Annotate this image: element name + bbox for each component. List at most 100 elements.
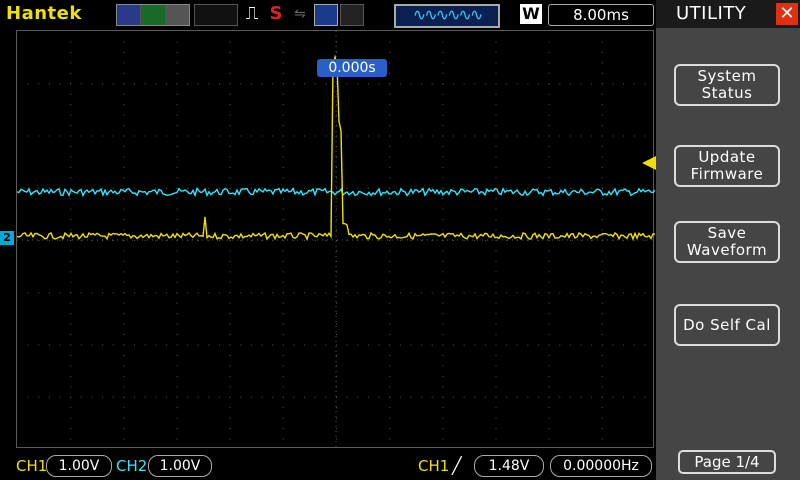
grid-dot bbox=[389, 41, 391, 43]
grid-dot bbox=[229, 281, 231, 283]
usb-icon: ⇋ bbox=[294, 6, 306, 22]
grid-dot bbox=[495, 302, 497, 304]
grid-dot bbox=[123, 114, 125, 116]
system-status-button[interactable]: System Status bbox=[674, 64, 780, 106]
grid-dot bbox=[389, 271, 391, 273]
grid-dot bbox=[123, 271, 125, 273]
grid-dot bbox=[495, 104, 497, 106]
grid-dot bbox=[70, 93, 72, 95]
grid-dot bbox=[399, 292, 401, 294]
grid-dot bbox=[123, 281, 125, 283]
grid-dot bbox=[38, 135, 40, 137]
grid-dot bbox=[601, 62, 603, 64]
grid-dot bbox=[155, 187, 157, 189]
grid-dot bbox=[59, 135, 61, 137]
grid-dot bbox=[282, 302, 284, 304]
grid-dot bbox=[336, 354, 337, 356]
grid-dot bbox=[591, 135, 593, 137]
update-firmware-button[interactable]: Update Firmware bbox=[674, 145, 780, 187]
grid-dot bbox=[346, 396, 348, 398]
grid-dot bbox=[229, 145, 231, 147]
grid-dot bbox=[442, 375, 444, 377]
grid-dot bbox=[389, 62, 391, 64]
grid-dot bbox=[633, 187, 635, 189]
average-mode-icon bbox=[165, 5, 189, 25]
grid-dot bbox=[70, 83, 72, 85]
grid-dot bbox=[506, 344, 508, 346]
grid-dot bbox=[59, 396, 61, 398]
grid-dot bbox=[591, 187, 593, 189]
grid-dot bbox=[442, 354, 444, 356]
grid-dot bbox=[123, 125, 125, 127]
grid-dot bbox=[293, 292, 295, 294]
grid-dot bbox=[463, 240, 465, 241]
grid-dot bbox=[229, 396, 231, 398]
grid-dot bbox=[495, 313, 497, 315]
close-icon[interactable]: ✕ bbox=[776, 3, 798, 25]
grid-dot bbox=[176, 386, 178, 388]
grid-dot bbox=[165, 135, 167, 137]
grid-dot bbox=[304, 292, 306, 294]
grid-dot bbox=[389, 114, 391, 116]
grid-dot bbox=[452, 396, 454, 398]
grid-dot bbox=[633, 135, 635, 137]
grid-dot bbox=[623, 344, 625, 346]
grid-dot bbox=[314, 83, 316, 85]
grid-dot bbox=[633, 396, 635, 398]
grid-dot bbox=[389, 396, 391, 398]
grid-dot bbox=[336, 219, 337, 221]
grid-dot bbox=[336, 177, 337, 179]
grid-dot bbox=[250, 396, 252, 398]
grid-dot bbox=[410, 396, 412, 398]
grid-dot bbox=[282, 354, 284, 356]
grid-dot bbox=[282, 219, 284, 221]
grid-dot bbox=[282, 292, 284, 294]
grid-dot bbox=[176, 135, 178, 137]
grid-dot bbox=[123, 407, 125, 409]
grid-dot bbox=[282, 51, 284, 53]
grid-dot bbox=[548, 229, 550, 231]
grid-dot bbox=[123, 428, 125, 430]
grid-dot bbox=[431, 344, 433, 346]
grid-dot bbox=[325, 135, 327, 137]
grid-dot bbox=[527, 187, 529, 189]
grid-dot bbox=[495, 396, 497, 398]
grid-dot bbox=[176, 198, 178, 200]
grid-dot bbox=[197, 135, 199, 137]
grid-dot bbox=[325, 292, 327, 294]
grid-dot bbox=[293, 344, 295, 346]
acquire-mode-icons bbox=[116, 4, 190, 26]
grid-dot bbox=[80, 83, 82, 85]
grid-dot bbox=[336, 83, 337, 85]
utility-menu: UTILITY ✕ System Status Update Firmware … bbox=[656, 0, 800, 480]
grid-dot bbox=[431, 83, 433, 85]
grid-dot bbox=[176, 292, 178, 294]
grid-dot bbox=[304, 240, 306, 241]
grid-dot bbox=[102, 83, 104, 85]
save-waveform-button[interactable]: Save Waveform bbox=[674, 221, 780, 263]
grid-dot bbox=[314, 240, 316, 241]
page-button[interactable]: Page 1/4 bbox=[678, 450, 776, 474]
rising-edge-icon: ╱ bbox=[452, 456, 462, 475]
grid-dot bbox=[336, 229, 337, 231]
do-self-cal-button[interactable]: Do Self Cal bbox=[674, 304, 780, 346]
grid-dot bbox=[155, 344, 157, 346]
grid-dot bbox=[548, 313, 550, 315]
grid-dot bbox=[112, 135, 114, 137]
grid-dot bbox=[48, 83, 50, 85]
grid-dot bbox=[336, 323, 337, 325]
grid-dot bbox=[240, 292, 242, 294]
grid-dot bbox=[314, 292, 316, 294]
grid-dot bbox=[495, 145, 497, 147]
grid-dot bbox=[176, 62, 178, 64]
grid-dot bbox=[229, 365, 231, 367]
grid-dot bbox=[123, 156, 125, 158]
grid-dot bbox=[601, 114, 603, 116]
grid-dot bbox=[208, 344, 210, 346]
grid-dot bbox=[176, 51, 178, 53]
grid-dot bbox=[250, 292, 252, 294]
scope-display: 0.000s bbox=[16, 30, 655, 449]
grid-dot bbox=[399, 240, 401, 241]
grid-dot bbox=[367, 240, 369, 241]
grid-dot bbox=[282, 114, 284, 116]
